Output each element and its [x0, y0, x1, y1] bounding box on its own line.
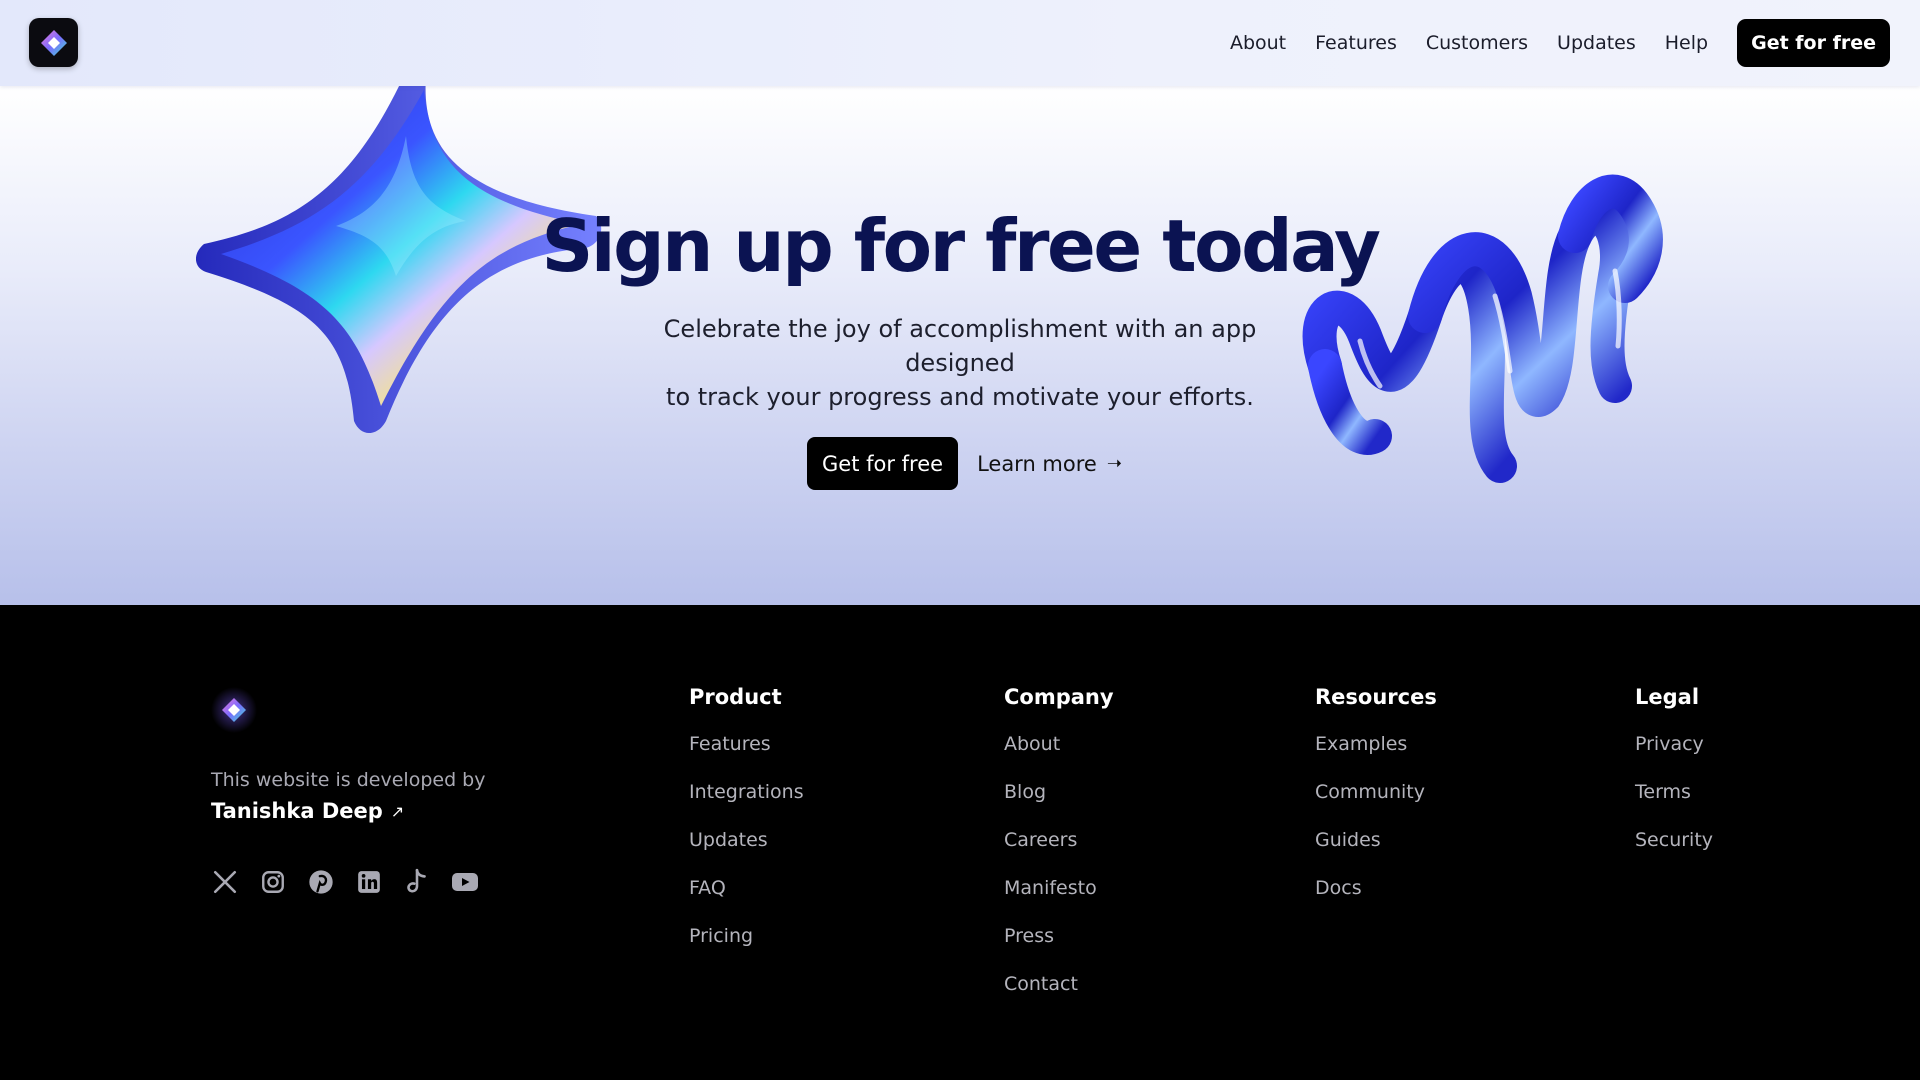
footer-column-product: Product Features Integrations Updates FA…	[689, 685, 804, 973]
footer-link-faq[interactable]: FAQ	[689, 877, 804, 925]
hero-subtitle: Celebrate the joy of accomplishment with…	[610, 312, 1310, 414]
footer-column-legal: Legal Privacy Terms Security	[1635, 685, 1713, 877]
nav-about[interactable]: About	[1230, 32, 1286, 54]
diamond-logo-icon	[40, 29, 67, 56]
linkedin-icon[interactable]	[355, 868, 383, 896]
arrow-right-icon: ➝	[1106, 453, 1122, 474]
footer-column-title: Company	[1004, 685, 1114, 709]
site-header: About Features Customers Updates Help Ge…	[0, 0, 1920, 86]
footer-column-title: Legal	[1635, 685, 1700, 709]
header-get-for-free-button[interactable]: Get for free	[1737, 19, 1890, 67]
nav-updates[interactable]: Updates	[1557, 32, 1636, 54]
footer-column-title: Resources	[1315, 685, 1437, 709]
footer-link-manifesto[interactable]: Manifesto	[1004, 877, 1114, 925]
youtube-icon[interactable]	[451, 868, 479, 896]
footer-link-about[interactable]: About	[1004, 733, 1114, 781]
hero-actions: Get for free Learn more ➝	[807, 437, 1122, 490]
sparkle-star-illustration	[196, 86, 602, 433]
x-icon[interactable]	[211, 868, 239, 896]
spring-coil-illustration	[1302, 174, 1663, 483]
footer-link-press[interactable]: Press	[1004, 925, 1114, 973]
author-name: Tanishka Deep	[211, 799, 383, 823]
footer-column-title: Product	[689, 685, 782, 709]
footer-link-careers[interactable]: Careers	[1004, 829, 1114, 877]
learn-more-link[interactable]: Learn more ➝	[977, 452, 1122, 476]
footer-link-guides[interactable]: Guides	[1315, 829, 1437, 877]
hero-get-for-free-button[interactable]: Get for free	[807, 437, 959, 490]
footer-link-contact[interactable]: Contact	[1004, 973, 1114, 1021]
footer-link-examples[interactable]: Examples	[1315, 733, 1437, 781]
footer-link-features[interactable]: Features	[689, 733, 804, 781]
footer-diamond-logo-icon[interactable]	[211, 687, 257, 733]
footer-link-community[interactable]: Community	[1315, 781, 1437, 829]
logo[interactable]	[29, 18, 78, 67]
nav-features[interactable]: Features	[1315, 32, 1397, 54]
footer-link-docs[interactable]: Docs	[1315, 877, 1437, 925]
footer-link-privacy[interactable]: Privacy	[1635, 733, 1713, 781]
nav-help[interactable]: Help	[1665, 32, 1708, 54]
footer-link-pricing[interactable]: Pricing	[689, 925, 804, 973]
hero-subtitle-line-1: Celebrate the joy of accomplishment with…	[663, 315, 1257, 377]
footer-link-blog[interactable]: Blog	[1004, 781, 1114, 829]
instagram-icon[interactable]	[259, 868, 287, 896]
site-footer: This website is developed by Tanishka De…	[0, 605, 1920, 1080]
footer-link-updates[interactable]: Updates	[689, 829, 804, 877]
hero-subtitle-line-2: to track your progress and motivate your…	[666, 383, 1254, 411]
pinterest-icon[interactable]	[307, 868, 335, 896]
main-nav: About Features Customers Updates Help Ge…	[1230, 0, 1890, 86]
external-link-icon: ↗	[390, 801, 405, 821]
footer-column-resources: Resources Examples Community Guides Docs	[1315, 685, 1437, 925]
hero-section: Sign up for free today Celebrate the joy…	[0, 86, 1920, 605]
footer-link-terms[interactable]: Terms	[1635, 781, 1713, 829]
author-link[interactable]: Tanishka Deep ↗	[211, 799, 404, 823]
developer-credit-text: This website is developed by	[211, 769, 486, 791]
footer-column-company: Company About Blog Careers Manifesto Pre…	[1004, 685, 1114, 1021]
footer-link-security[interactable]: Security	[1635, 829, 1713, 877]
learn-more-label: Learn more	[977, 451, 1097, 476]
tiktok-icon[interactable]	[403, 868, 431, 896]
nav-customers[interactable]: Customers	[1426, 32, 1528, 54]
footer-link-integrations[interactable]: Integrations	[689, 781, 804, 829]
social-links	[211, 868, 499, 896]
